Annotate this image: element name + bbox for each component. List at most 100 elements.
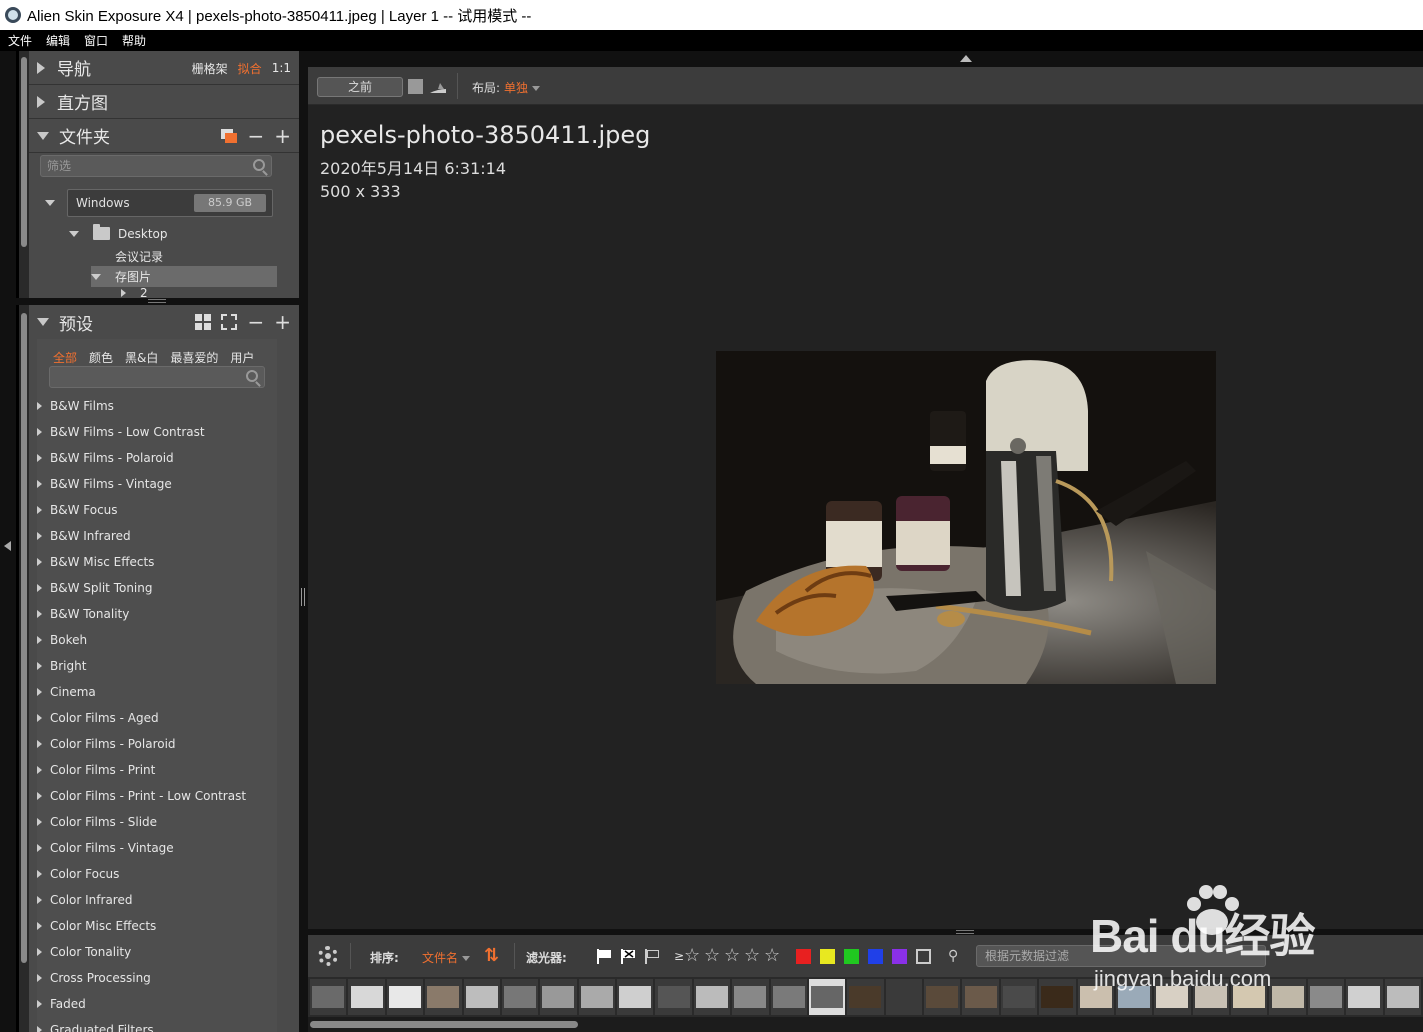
remove-preset-icon[interactable]: − (247, 310, 264, 334)
filmstrip-thumbnail[interactable] (962, 979, 999, 1015)
preset-item[interactable]: Color Films - Print - Low Contrast (37, 783, 277, 809)
histogram-section-header[interactable]: 直方图 (29, 85, 299, 119)
collapse-up-icon[interactable] (960, 55, 972, 62)
folder-row-images[interactable]: 存图片 (91, 266, 277, 287)
layout-dropdown[interactable]: 单独 (504, 79, 541, 96)
expand-arrow-icon[interactable] (37, 61, 45, 74)
expand-arrow-icon[interactable] (37, 610, 42, 618)
filmstrip-thumbnail[interactable] (425, 979, 462, 1015)
add-preset-icon[interactable]: + (274, 310, 291, 334)
expand-arrow-icon[interactable] (37, 844, 42, 852)
filmstrip-thumbnail[interactable] (540, 979, 577, 1015)
compare-square-icon[interactable] (408, 79, 423, 94)
expand-arrow-icon[interactable] (37, 532, 42, 540)
resize-grip-icon[interactable] (956, 930, 974, 934)
preset-item[interactable]: Color Films - Slide (37, 809, 277, 835)
presets-section-header[interactable]: 预设 − + (29, 305, 299, 339)
collapse-arrow-icon[interactable] (37, 318, 49, 326)
expand-arrow-icon[interactable] (37, 454, 42, 462)
expand-arrow-icon[interactable] (37, 428, 42, 436)
preset-item[interactable]: B&W Films - Vintage (37, 471, 277, 497)
preset-item[interactable]: Color Films - Aged (37, 705, 277, 731)
expand-arrow-icon[interactable] (37, 688, 42, 696)
color-label-none[interactable] (916, 949, 931, 964)
menu-file[interactable]: 文件 (8, 32, 32, 49)
scrollbar-thumb[interactable] (310, 1021, 578, 1028)
panel-splitter[interactable] (299, 51, 308, 1032)
filmstrip-thumbnail[interactable] (1000, 979, 1038, 1015)
filmstrip-thumbnail[interactable] (578, 979, 615, 1015)
sort-direction-icon[interactable]: ⇅ (484, 945, 499, 966)
eyedropper-icon[interactable]: ⚲ (948, 948, 958, 964)
color-label-red[interactable] (796, 949, 811, 964)
scrollbar-thumb[interactable] (21, 57, 27, 247)
expand-arrow-icon[interactable] (37, 1000, 42, 1008)
color-label-green[interactable] (844, 949, 859, 964)
expand-arrow-icon[interactable] (37, 584, 42, 592)
star-4-icon[interactable]: ☆ (744, 945, 760, 966)
folder-filter-input[interactable]: 筛选 (40, 155, 272, 177)
filmstrip-thumbnail[interactable] (501, 979, 539, 1015)
expand-arrow-icon[interactable] (37, 948, 42, 956)
navigation-section-header[interactable]: 导航 栅格架 拟合 1:1 (29, 51, 299, 85)
filmstrip-thumbnail[interactable] (348, 979, 385, 1015)
star-1-icon[interactable]: ☆ (684, 945, 700, 966)
star-5-icon[interactable]: ☆ (764, 945, 780, 966)
star-2-icon[interactable]: ☆ (704, 945, 720, 966)
expand-arrow-icon[interactable] (37, 818, 42, 826)
filmstrip-thumbnail[interactable] (885, 979, 922, 1015)
preset-item[interactable]: Bokeh (37, 627, 277, 653)
preset-item[interactable]: Faded (37, 991, 277, 1017)
expand-arrow-icon[interactable] (121, 288, 126, 297)
color-label-purple[interactable] (892, 949, 907, 964)
folders-section-header[interactable]: 文件夹 − + (29, 119, 299, 153)
resize-grip-icon[interactable] (148, 299, 166, 303)
folder-row-meetings[interactable]: 会议记录 (115, 246, 277, 267)
preset-item[interactable]: Color Focus (37, 861, 277, 887)
gear-icon[interactable] (318, 946, 338, 966)
drive-collapse-icon[interactable] (45, 200, 55, 206)
expand-arrow-icon[interactable] (37, 766, 42, 774)
nav-grid-option[interactable]: 栅格架 (192, 60, 228, 77)
expand-arrow-icon[interactable] (37, 662, 42, 670)
left-panel-scrollbar[interactable] (19, 51, 29, 1032)
add-folder-icon[interactable]: + (274, 124, 291, 148)
expand-arrow-icon[interactable] (37, 1026, 42, 1032)
preset-item[interactable]: B&W Infrared (37, 523, 277, 549)
filmstrip-thumbnail[interactable] (808, 979, 846, 1015)
filmstrip-thumbnail[interactable] (463, 979, 500, 1015)
tab-color[interactable]: 颜色 (89, 349, 113, 366)
preset-item[interactable]: B&W Films - Low Contrast (37, 419, 277, 445)
preset-item[interactable]: Cross Processing (37, 965, 277, 991)
expand-arrow-icon[interactable] (37, 870, 42, 878)
preset-item[interactable]: Color Tonality (37, 939, 277, 965)
preset-item[interactable]: Graduated Filters (37, 1017, 277, 1032)
preset-item[interactable]: B&W Films - Polaroid (37, 445, 277, 471)
expand-arrow-icon[interactable] (37, 95, 45, 108)
flag-unflagged-icon[interactable] (644, 948, 660, 964)
main-photo[interactable] (716, 351, 1216, 684)
fullscreen-icon[interactable] (221, 314, 238, 330)
preset-item[interactable]: Color Films - Vintage (37, 835, 277, 861)
drive-windows[interactable]: Windows 85.9 GB (67, 189, 273, 217)
expand-arrow-icon[interactable] (37, 558, 42, 566)
remove-folder-icon[interactable]: − (247, 124, 264, 148)
expand-arrow-icon[interactable] (37, 896, 42, 904)
left-collapse-strip[interactable] (0, 51, 16, 1032)
collapse-arrow-icon[interactable] (69, 230, 79, 237)
expand-arrow-icon[interactable] (37, 506, 42, 514)
preset-item[interactable]: B&W Tonality (37, 601, 277, 627)
filmstrip-thumbnail[interactable] (693, 979, 731, 1015)
flag-rejected-icon[interactable] (620, 948, 636, 964)
filmstrip-scrollbar[interactable] (308, 1017, 1423, 1032)
preset-item[interactable]: B&W Focus (37, 497, 277, 523)
filmstrip-thumbnail[interactable] (1039, 979, 1076, 1015)
folder-row-desktop[interactable]: Desktop (69, 223, 277, 244)
filmstrip-thumbnail[interactable] (617, 979, 654, 1015)
expand-arrow-icon[interactable] (37, 714, 42, 722)
color-label-blue[interactable] (868, 949, 883, 964)
menu-window[interactable]: 窗口 (84, 32, 108, 49)
flag-picked-icon[interactable] (596, 948, 612, 964)
preset-item[interactable]: Color Films - Polaroid (37, 731, 277, 757)
tab-user[interactable]: 用户 (230, 349, 254, 366)
